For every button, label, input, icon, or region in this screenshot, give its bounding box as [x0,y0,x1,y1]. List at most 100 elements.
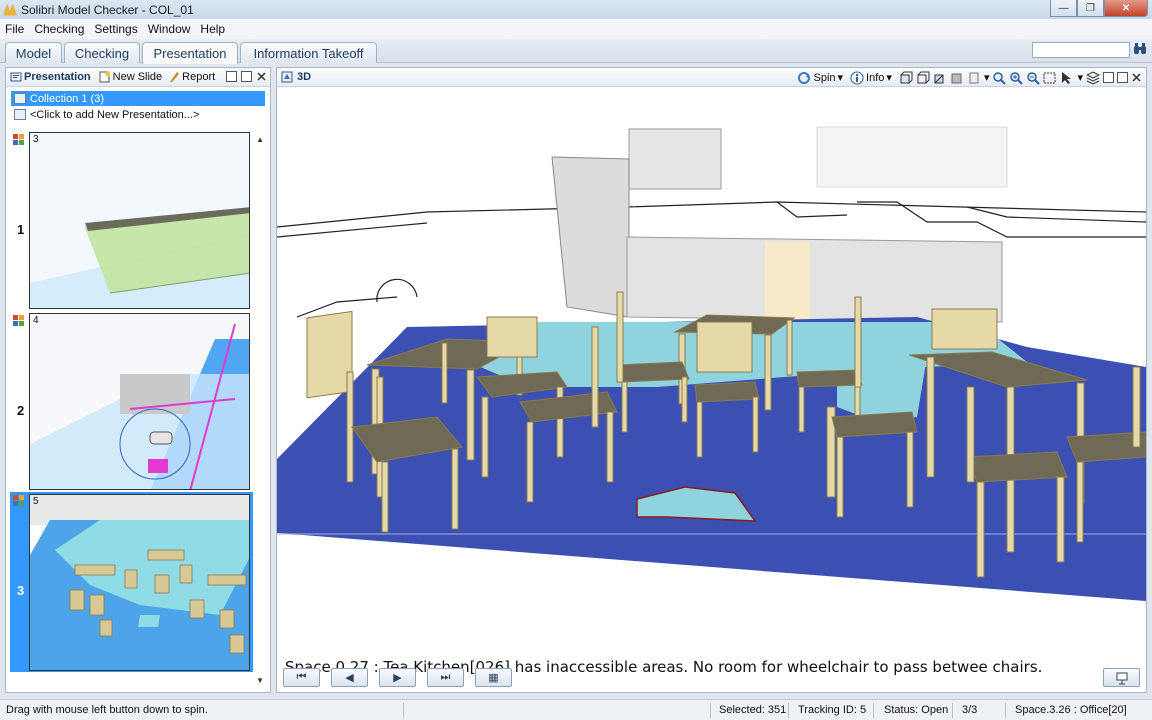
scroll-up-arrow-icon[interactable]: ▲ [256,135,264,144]
status-selected: Selected: 351 [719,704,787,716]
window-title: Solibri Model Checker - COL_01 [21,2,194,17]
slide-1-preview [30,133,249,308]
zoom-window-icon[interactable] [1043,71,1057,85]
dropdown-arrow-icon[interactable]: ▾ [1077,71,1083,84]
presentation-icon [10,72,22,82]
menu-settings[interactable]: Settings [89,22,142,36]
close-view-icon[interactable] [1131,72,1142,83]
report-icon [170,72,180,82]
wireframe-icon[interactable] [916,71,930,85]
presentation-panel: Presentation New Slide Report Collection… [5,67,271,693]
status-divider [710,703,711,718]
close-button[interactable]: ✕ [1104,0,1148,17]
binoculars-icon[interactable] [1133,42,1147,56]
select-arrow-icon[interactable] [1060,71,1074,85]
status-divider [788,703,789,718]
skip-back-icon: ⏮ [296,671,307,683]
previous-icon: ◀ [345,672,354,684]
slide-label: 3 [33,134,39,145]
slide-thumbnail-1[interactable]: 3 [29,132,250,309]
slide-number: 1 [17,222,25,237]
minimize-button[interactable]: — [1050,0,1077,17]
slide-list: 1 3 2 4 3 5 [7,128,257,684]
menu-bar: File Checking Settings Window Help [0,19,1152,39]
last-slide-button[interactable]: ⏭ [427,668,464,687]
menu-file[interactable]: File [0,22,29,36]
3d-view-header: 3D Spin ▾ Info ▾ ▾ ▾ [277,68,1146,87]
3d-view-title: 3D [297,71,312,83]
spin-icon [798,71,811,84]
slide-2-preview [30,314,249,489]
box-view-icon[interactable] [899,71,913,85]
panel-controls [226,71,267,82]
status-space: Space.3.26 : Office[20] [1015,704,1127,716]
spin-dropdown[interactable]: Spin ▾ [797,71,843,85]
restore-panel-icon[interactable] [226,71,237,82]
status-issue-state: Status: Open [884,704,949,716]
first-slide-button[interactable]: ⏮ [283,668,320,687]
info-icon [850,71,864,84]
3d-toolbar: Spin ▾ Info ▾ ▾ ▾ [797,70,1142,85]
presentation-panel-header: Presentation New Slide Report [6,68,270,87]
new-slide-icon [99,71,111,83]
dropdown-arrow-icon[interactable]: ▾ [984,71,990,84]
status-hint: Drag with mouse left button down to spin… [6,704,208,716]
section-box-icon[interactable] [933,71,947,85]
3d-view-icon [281,71,293,83]
tab-presentation[interactable]: Presentation [142,42,238,64]
menu-checking[interactable]: Checking [29,22,89,36]
zoom-in-icon[interactable] [1009,71,1024,85]
collection-item[interactable]: Collection 1 (3) [11,91,265,106]
slide-thumbnail-2[interactable]: 4 [29,313,250,490]
status-divider [1005,703,1006,718]
previous-slide-button[interactable]: ◀ [331,668,368,687]
status-divider [952,703,953,718]
zoom-icon[interactable] [992,71,1007,85]
add-presentation-item[interactable]: <Click to add New Presentation...> [11,107,265,122]
window-controls: — ❐ ✕ [1050,0,1148,17]
hide-icon[interactable] [950,71,964,85]
maximize-panel-icon[interactable] [241,71,252,82]
status-divider [873,703,874,718]
menu-help[interactable]: Help [195,22,230,36]
status-bar: Drag with mouse left button down to spin… [0,699,1152,720]
present-button[interactable] [1103,668,1140,687]
status-slide-position: 3/3 [962,704,978,716]
3d-model-viewport[interactable]: Space.0.27 : Tea Kitchen[026] has inacce… [277,87,1146,691]
tab-model[interactable]: Model [5,42,62,63]
restore-view-icon[interactable] [1103,72,1114,83]
collection-label: Collection 1 (3) [30,92,104,105]
slide-number: 3 [17,583,25,598]
transparency-icon[interactable] [967,71,981,85]
dropdown-arrow-icon: ▾ [837,72,844,84]
report-label: Report [182,71,216,83]
maximize-view-icon[interactable] [1117,72,1128,83]
layers-icon[interactable] [1086,70,1100,85]
scroll-down-arrow-icon[interactable]: ▼ [256,676,264,685]
3d-view-panel: 3D Spin ▾ Info ▾ ▾ ▾ Space.0.27: Tea Ki… [276,67,1147,693]
tab-information-takeoff[interactable]: Information Takeoff [240,42,377,63]
slideshow-button[interactable]: ▦ [475,668,512,687]
skip-forward-icon: ⏭ [440,671,451,683]
view-tabs: Model Checking Presentation Information … [0,39,1152,64]
play-button[interactable]: ▶ [379,668,416,687]
slide-navigation: ⏮ ◀ ▶ ⏭ ▦ [283,668,512,687]
play-icon: ▶ [393,672,402,684]
close-panel-icon[interactable] [256,71,267,82]
slide-label: 5 [33,496,39,507]
menu-window[interactable]: Window [143,22,196,36]
title-bar: Solibri Model Checker - COL_01 — ❐ ✕ [0,0,1152,19]
slide-label: 4 [33,315,39,326]
search-input[interactable] [1032,42,1130,58]
tab-checking[interactable]: Checking [64,42,140,63]
new-slide-button[interactable]: New Slide [99,71,163,83]
slide-thumbnail-3[interactable]: 5 [29,494,250,671]
maximize-button[interactable]: ❐ [1077,0,1104,17]
info-dropdown[interactable]: Info ▾ [850,71,892,85]
zoom-out-icon[interactable] [1026,71,1041,85]
slide-issue-icon [13,134,24,145]
slide-issue-icon [13,315,24,326]
report-button[interactable]: Report [168,71,215,83]
film-icon: ▦ [488,672,499,684]
new-slide-label: New Slide [112,71,163,83]
